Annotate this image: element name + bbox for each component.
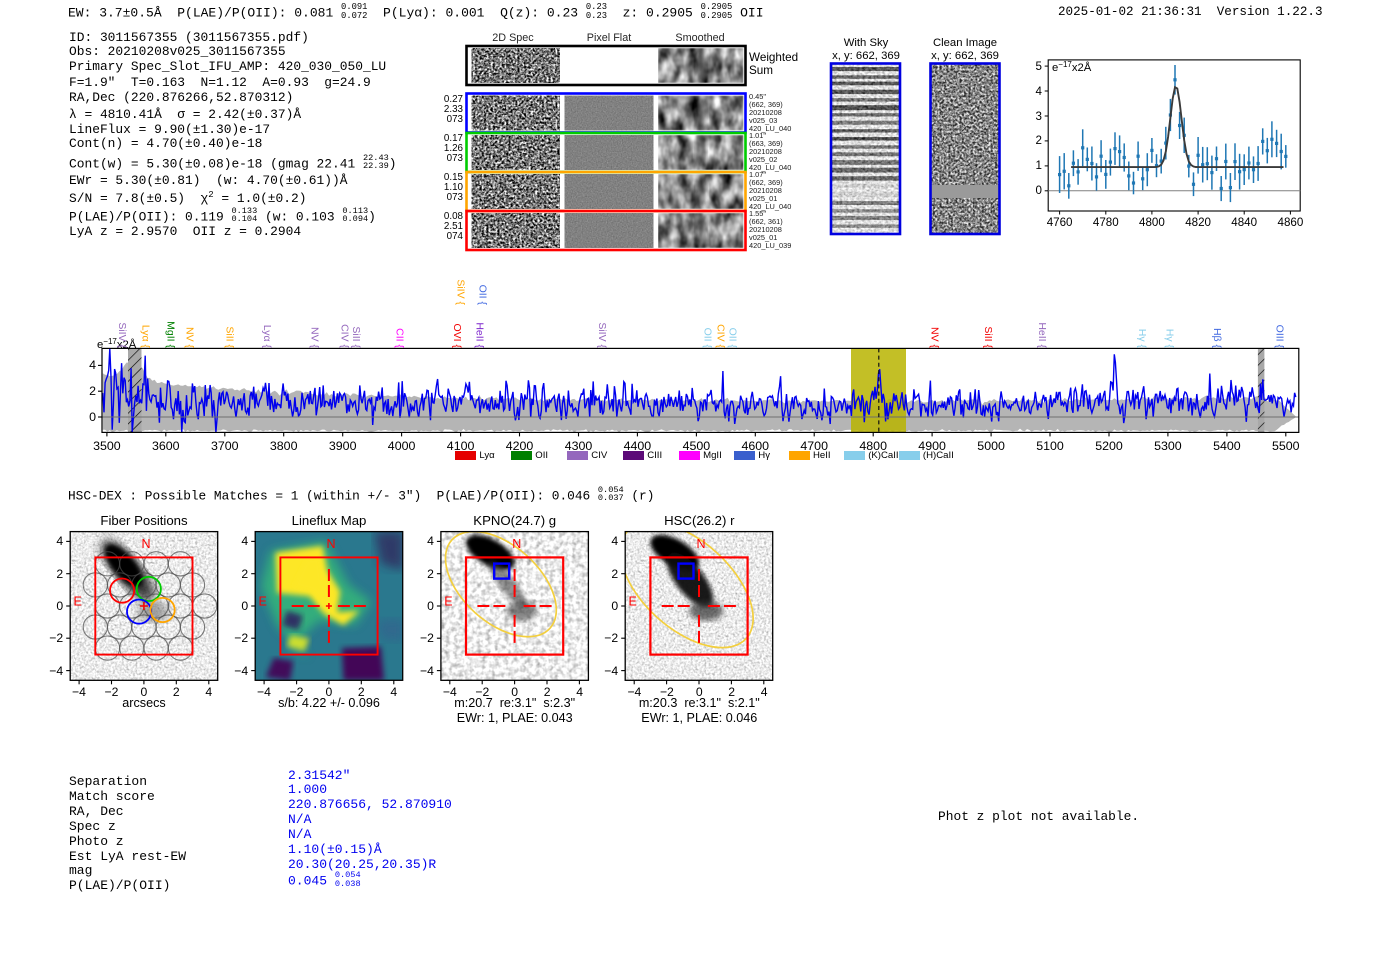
svg-text:CIV {: CIV { — [339, 324, 351, 348]
svg-text:OII {: OII { — [702, 328, 714, 349]
svg-text:OIII {: OIII { — [1274, 325, 1286, 349]
svg-text:Hβ {: Hβ { — [1211, 328, 1223, 349]
svg-text:NV {: NV { — [309, 327, 321, 349]
svg-text:SiIV {: SiIV { — [116, 322, 128, 348]
svg-text:Hγ {: Hγ { — [1136, 329, 1148, 349]
svg-text:N: N — [697, 537, 706, 551]
svg-text:OII {: OII { — [727, 328, 739, 349]
svg-text:N: N — [142, 537, 151, 551]
svg-text:SiII {: SiII { — [350, 326, 362, 348]
svg-text:NV {: NV { — [184, 327, 196, 349]
svg-text:Hγ {: Hγ { — [1164, 329, 1176, 349]
svg-text:N: N — [327, 537, 336, 551]
svg-text:SiII {: SiII { — [224, 326, 236, 348]
svg-text:Lyα {: Lyα { — [261, 325, 273, 349]
svg-text:CIV {: CIV { — [715, 324, 727, 348]
svg-text:Lyα {: Lyα { — [140, 325, 152, 349]
svg-text:OII {: OII { — [477, 285, 489, 306]
svg-text:OVI {: OVI { — [451, 323, 463, 348]
svg-text:E: E — [629, 594, 637, 608]
svg-text:SiII {: SiII { — [982, 326, 994, 348]
svg-text:SiIV {: SiIV { — [596, 322, 608, 348]
svg-text:SiIV {: SiIV { — [455, 279, 467, 305]
svg-text:NV {: NV { — [929, 327, 941, 349]
svg-text:E: E — [444, 594, 452, 608]
svg-text:E: E — [259, 594, 267, 608]
svg-text:CII {: CII { — [394, 328, 406, 348]
svg-text:HeII {: HeII { — [474, 322, 486, 348]
svg-text:MgII {: MgII { — [165, 321, 177, 348]
svg-text:N: N — [512, 537, 521, 551]
svg-text:E: E — [74, 594, 82, 608]
svg-text:HeII {: HeII { — [1036, 322, 1048, 348]
